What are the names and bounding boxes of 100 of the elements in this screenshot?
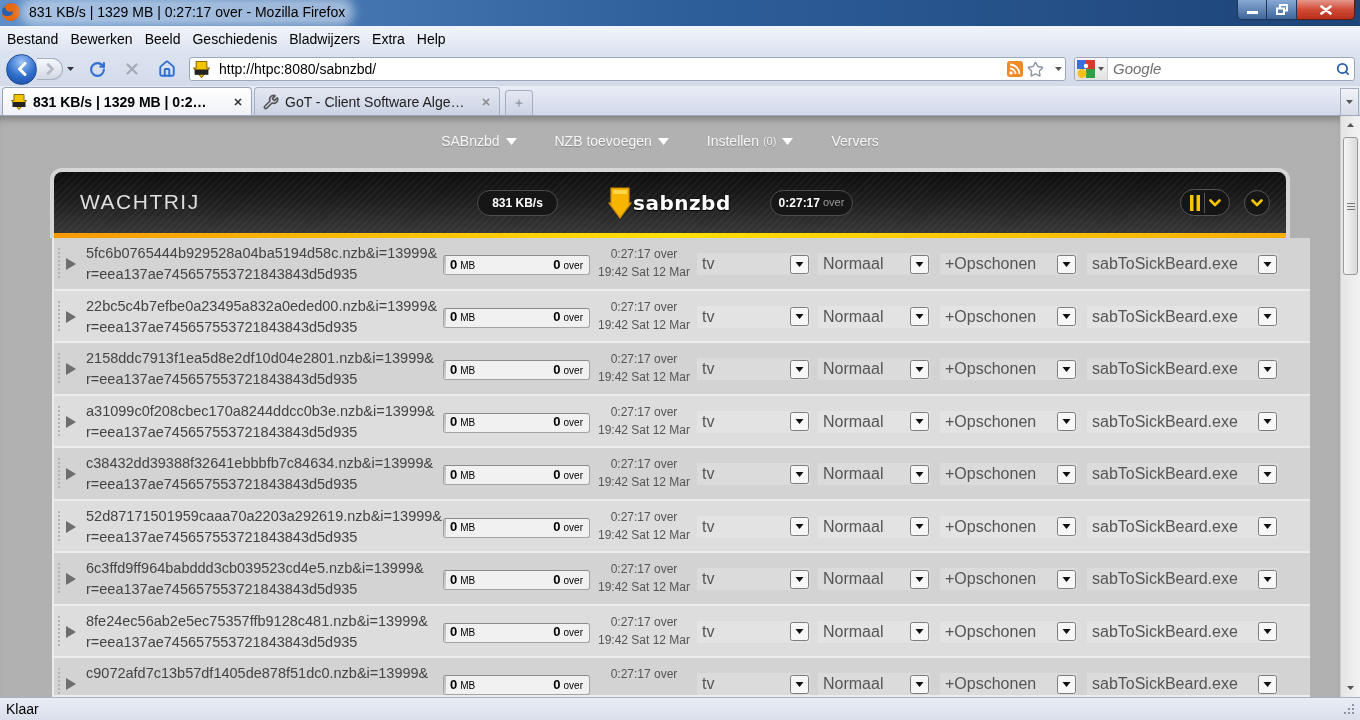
play-icon[interactable] <box>66 520 76 533</box>
script-select[interactable]: sabToSickBeard.exe <box>1087 568 1278 590</box>
post-processing-select[interactable]: +Opschonen <box>940 253 1077 275</box>
priority-select[interactable]: Normaal <box>818 410 930 433</box>
priority-select[interactable]: Normaal <box>818 673 930 695</box>
back-button[interactable] <box>6 53 37 85</box>
category-select[interactable]: tv <box>697 515 810 538</box>
script-select[interactable]: sabToSickBeard.exe <box>1087 673 1278 695</box>
post-processing-select[interactable]: +Opschonen <box>940 410 1077 433</box>
file-name: 22bc5c4b7efbe0a23495a832a0eded00.nzb&i=13999& r=eea137ae745657553721843843d5d935 <box>86 296 439 337</box>
play-icon[interactable] <box>66 258 76 270</box>
drag-handle-icon[interactable] <box>58 405 60 436</box>
priority-select[interactable]: Normaal <box>818 463 930 485</box>
play-icon[interactable] <box>66 573 76 585</box>
menu-item[interactable]: Help <box>411 28 451 50</box>
play-icon[interactable] <box>66 625 76 638</box>
play-icon[interactable] <box>66 678 76 690</box>
menu-item[interactable]: Geschiedenis <box>187 28 283 50</box>
script-select[interactable]: sabToSickBeard.exe <box>1087 253 1278 275</box>
post-processing-select[interactable]: +Opschonen <box>940 673 1077 695</box>
post-processing-select[interactable]: +Opschonen <box>940 515 1077 538</box>
search-engine-button[interactable] <box>1075 58 1108 80</box>
caret-down-icon[interactable] <box>1055 67 1062 71</box>
downloaded-amount: 0 MB <box>450 519 476 536</box>
priority-select[interactable]: Normaal <box>818 358 930 380</box>
menu-item[interactable]: Bladwijzers <box>284 28 366 50</box>
home-icon[interactable] <box>158 60 176 78</box>
category-select[interactable]: tv <box>697 463 810 485</box>
priority-select[interactable]: Normaal <box>818 515 930 538</box>
options-button[interactable] <box>1244 189 1270 216</box>
drag-handle-icon[interactable] <box>58 458 60 488</box>
tab[interactable]: 831 KB/s | 1329 MB | 0:2… <box>2 87 252 115</box>
restore-button[interactable] <box>1267 0 1297 20</box>
tab-list-button[interactable] <box>1340 88 1359 115</box>
script-select[interactable]: sabToSickBeard.exe <box>1087 620 1278 643</box>
file-name: 8fe24ec56ab2e5ec75357ffb9128c481.nzb&i=13999& r=eea137ae745657553721843843d5d935 <box>86 611 429 652</box>
play-icon[interactable] <box>66 415 76 428</box>
reload-icon[interactable] <box>89 60 106 78</box>
post-processing-select[interactable]: +Opschonen <box>940 358 1077 380</box>
drag-handle-icon[interactable] <box>58 353 60 383</box>
priority-select[interactable]: Normaal <box>818 568 930 590</box>
time-left: 0:27:17 over <box>610 456 678 473</box>
script-select[interactable]: sabToSickBeard.exe <box>1087 358 1278 380</box>
drag-handle-icon[interactable] <box>58 510 60 541</box>
stop-icon[interactable] <box>123 60 141 78</box>
menu-item[interactable]: Bestand <box>2 28 64 50</box>
script-select[interactable]: sabToSickBeard.exe <box>1087 463 1278 485</box>
address-field[interactable]: http://htpc:8080/sabnzbd/ <box>189 57 1066 81</box>
category-select[interactable]: tv <box>697 620 810 643</box>
category-select[interactable]: tv <box>697 410 810 433</box>
tab[interactable]: GoT - Client Software Alge… <box>254 87 500 115</box>
drag-handle-icon[interactable] <box>58 300 60 331</box>
new-tab-button[interactable] <box>505 90 533 115</box>
caret-down-icon[interactable] <box>67 67 74 71</box>
scroll-down-icon[interactable] <box>1347 686 1354 690</box>
scrollbar-thumb[interactable] <box>1343 137 1358 275</box>
play-icon[interactable] <box>66 310 76 323</box>
post-processing-select[interactable]: +Opschonen <box>940 568 1077 590</box>
category-select[interactable]: tv <box>697 568 810 590</box>
rss-feed-icon[interactable] <box>1007 61 1023 77</box>
chevron-left-icon <box>16 62 27 76</box>
remaining-amount: 0 over <box>553 466 583 484</box>
pause-button[interactable] <box>1180 189 1230 216</box>
category-select[interactable]: tv <box>697 305 810 328</box>
category-select[interactable]: tv <box>697 253 810 275</box>
drag-handle-icon[interactable] <box>58 563 60 593</box>
post-processing-select[interactable]: +Opschonen <box>940 620 1077 643</box>
search-icon[interactable] <box>1336 62 1350 76</box>
minimize-button[interactable] <box>1237 0 1267 20</box>
play-icon[interactable] <box>66 468 76 480</box>
menu-item[interactable]: Bewerken <box>65 28 138 50</box>
plus-icon <box>514 98 524 108</box>
menu-item[interactable]: Extra <box>367 28 410 50</box>
category-select[interactable]: tv <box>697 358 810 380</box>
time-left-indicator: 0:27:17 over <box>770 189 853 216</box>
search-field[interactable]: Google <box>1074 57 1355 81</box>
post-processing-select[interactable]: +Opschonen <box>940 463 1077 485</box>
script-select[interactable]: sabToSickBeard.exe <box>1087 410 1278 433</box>
post-processing-select[interactable]: +Opschonen <box>940 305 1077 328</box>
script-select[interactable]: sabToSickBeard.exe <box>1087 515 1278 538</box>
star-icon[interactable] <box>1027 60 1044 78</box>
priority-select[interactable]: Normaal <box>818 305 930 328</box>
downloaded-amount: 0 MB <box>450 624 476 641</box>
downloaded-amount: 0 MB <box>450 466 476 484</box>
menu-item[interactable]: Beeld <box>139 28 186 50</box>
priority-select[interactable]: Normaal <box>818 620 930 643</box>
drag-handle-icon[interactable] <box>58 615 60 646</box>
play-icon[interactable] <box>66 363 76 375</box>
close-window-button[interactable] <box>1297 0 1355 20</box>
grip-icon <box>1346 202 1355 210</box>
downloaded-amount: 0 MB <box>450 571 476 589</box>
drag-handle-icon[interactable] <box>58 248 60 278</box>
restore-icon <box>1275 4 1288 15</box>
script-select[interactable]: sabToSickBeard.exe <box>1087 305 1278 328</box>
remaining-amount: 0 over <box>553 571 583 589</box>
drag-handle-icon[interactable] <box>58 668 60 695</box>
priority-select[interactable]: Normaal <box>818 253 930 275</box>
scroll-up-icon[interactable] <box>1347 123 1354 127</box>
close-icon[interactable] <box>234 97 242 106</box>
category-select[interactable]: tv <box>697 673 810 695</box>
